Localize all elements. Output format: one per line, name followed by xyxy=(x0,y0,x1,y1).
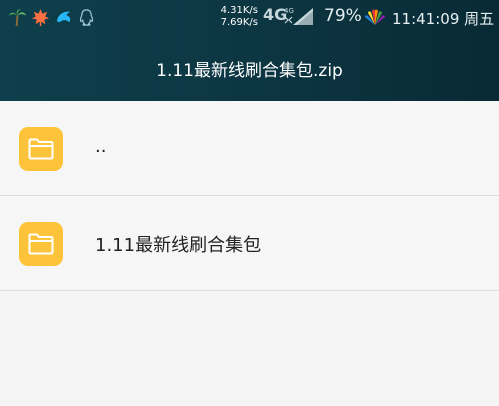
battery-level: 79% xyxy=(324,6,362,26)
folder-icon xyxy=(19,127,63,171)
list-item-label: .. xyxy=(95,136,107,157)
net-speed-up: 4.31K/s xyxy=(220,5,258,16)
list-item-folder[interactable]: 1.11最新线刷合集包 xyxy=(0,196,499,291)
notification-icons xyxy=(8,8,96,27)
status-bar: 4.31K/s 7.69K/s 4G 4G 79% 11:41:09 周五 xyxy=(0,0,499,36)
network-speed: 4.31K/s 7.69K/s xyxy=(216,5,258,29)
app-header: 4.31K/s 7.69K/s 4G 4G 79% 11:41:09 周五 1. xyxy=(0,0,499,101)
network-type-secondary: 4G xyxy=(284,7,294,15)
net-speed-down: 7.69K/s xyxy=(220,17,258,28)
list-item-parent-directory[interactable]: .. xyxy=(0,101,499,196)
maple-leaf-icon xyxy=(31,8,50,27)
file-list: .. 1.11最新线刷合集包 xyxy=(0,101,499,291)
status-clock: 11:41:09 周五 xyxy=(392,8,494,29)
page-title: 1.11最新线刷合集包.zip xyxy=(156,61,343,81)
dolphin-icon xyxy=(56,11,71,23)
clock-weekday: 周五 xyxy=(464,10,495,28)
folder-icon xyxy=(19,222,63,266)
huawei-logo-icon xyxy=(365,9,385,25)
list-item-label: 1.11最新线刷合集包 xyxy=(95,235,262,256)
clock-time: 11:41:09 xyxy=(392,10,460,28)
signal-icon: 4G xyxy=(284,7,313,25)
palm-tree-icon xyxy=(8,8,27,27)
qq-icon xyxy=(79,9,94,26)
